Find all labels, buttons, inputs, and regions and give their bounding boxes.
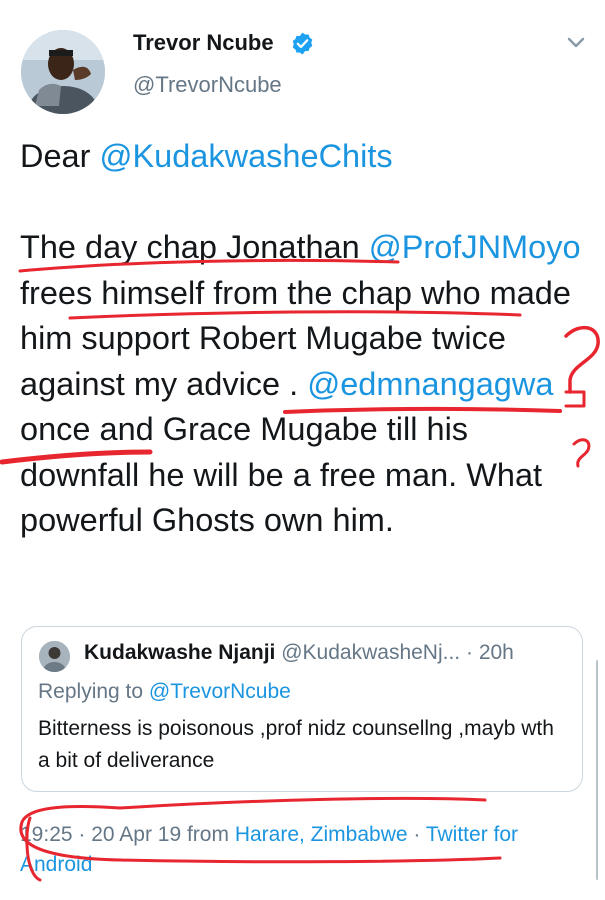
quoted-author-name[interactable]: Kudakwashe Njanji xyxy=(84,641,275,664)
circle-mark xyxy=(118,796,487,810)
replying-to: Replying to @TrevorNcube xyxy=(38,680,291,704)
scrollbar[interactable] xyxy=(596,660,598,880)
mention-link[interactable]: @ProfJNMoyo xyxy=(369,229,581,265)
replying-to-mention[interactable]: @TrevorNcube xyxy=(149,680,291,703)
author-handle[interactable]: @TrevorNcube xyxy=(133,72,282,98)
verified-badge-icon xyxy=(292,32,313,55)
tweet-paragraph: The day chap Jonathan @ProfJNMoyo frees … xyxy=(20,225,595,544)
quoted-tweet-header: Kudakwashe Njanji @KudakwasheNj... · 20h xyxy=(84,641,570,665)
separator: · xyxy=(72,823,92,846)
author-avatar[interactable] xyxy=(21,30,105,114)
avatar-photo xyxy=(21,30,105,114)
mention-link[interactable]: @edmnangagwa xyxy=(307,366,553,402)
tweet-header: Trevor Ncube @TrevorNcube xyxy=(0,0,605,120)
greeting-text: Dear xyxy=(20,138,100,174)
from-label: from xyxy=(181,823,235,846)
quoted-tweet-time: 20h xyxy=(478,641,514,664)
author-name[interactable]: Trevor Ncube xyxy=(133,30,274,56)
tweet-text-segment: The day chap Jonathan xyxy=(20,229,369,265)
separator: · xyxy=(460,641,479,664)
tweet-text-segment: once and Grace Mugabe till his downfall … xyxy=(20,411,543,538)
quoted-tweet-text: Bitterness is poisonous ,prof nidz couns… xyxy=(38,717,554,772)
replying-to-label: Replying to xyxy=(38,680,149,703)
quoted-tweet-card[interactable]: Kudakwashe Njanji @KudakwasheNj... · 20h… xyxy=(21,626,583,792)
chevron-down-icon[interactable] xyxy=(566,36,586,50)
tweet-time: 19:25 xyxy=(20,823,73,846)
quoted-author-handle: @KudakwasheNj... xyxy=(281,641,461,664)
separator: · xyxy=(407,823,426,846)
tweet-greeting: Dear @KudakwasheChits xyxy=(20,134,595,180)
tweet-meta: 19:25 · 20 Apr 19 from Harare, Zimbabwe … xyxy=(20,820,595,880)
quoted-author-avatar[interactable] xyxy=(39,641,70,672)
location-link[interactable]: Harare, Zimbabwe xyxy=(235,823,408,846)
tweet-text: Dear @KudakwasheChits The day chap Jonat… xyxy=(20,134,595,544)
mention-link[interactable]: @KudakwasheChits xyxy=(99,138,392,174)
tweet-date: 20 Apr 19 xyxy=(91,823,182,846)
